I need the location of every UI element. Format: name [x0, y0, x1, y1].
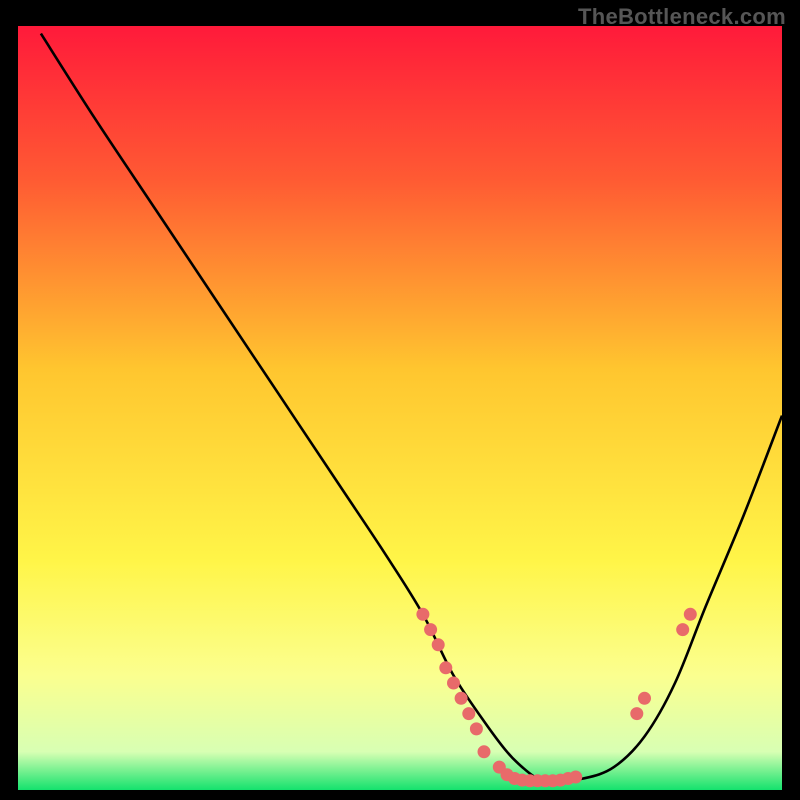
data-point [424, 623, 437, 636]
gradient-background [18, 26, 782, 790]
data-point [638, 692, 651, 705]
data-point [630, 707, 643, 720]
chart-frame [18, 26, 782, 790]
data-point [416, 608, 429, 621]
data-point [470, 722, 483, 735]
data-point [439, 661, 452, 674]
data-point [676, 623, 689, 636]
data-point [462, 707, 475, 720]
data-point [684, 608, 697, 621]
data-point [478, 745, 491, 758]
data-point [447, 677, 460, 690]
data-point [432, 638, 445, 651]
data-point [569, 771, 582, 784]
bottleneck-chart [18, 26, 782, 790]
data-point [455, 692, 468, 705]
watermark-label: TheBottleneck.com [578, 4, 786, 30]
